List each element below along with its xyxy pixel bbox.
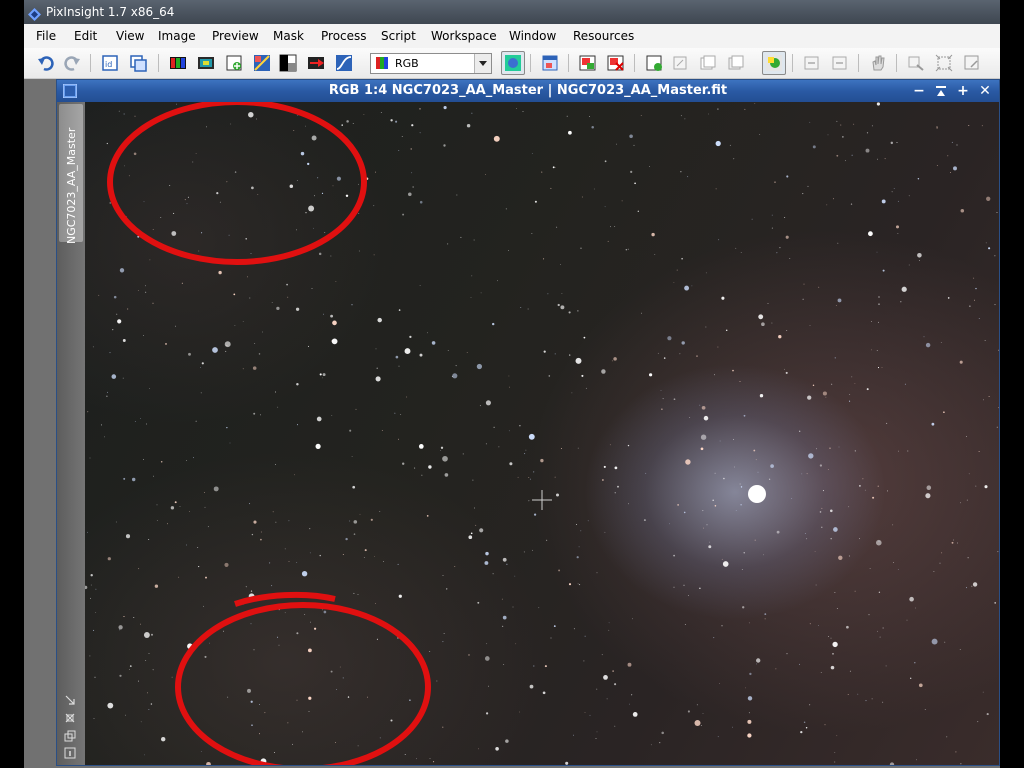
redo-icon[interactable] bbox=[62, 53, 82, 73]
menu-image[interactable]: Image bbox=[154, 24, 200, 48]
info-icon[interactable] bbox=[64, 747, 76, 759]
duplicate-image-icon[interactable] bbox=[128, 53, 148, 73]
minimize-button[interactable]: − bbox=[909, 80, 929, 102]
readout-icon[interactable] bbox=[906, 53, 926, 73]
toolbar-separator bbox=[792, 54, 793, 72]
mask-invert-icon[interactable] bbox=[278, 53, 298, 73]
undo-icon[interactable] bbox=[36, 53, 56, 73]
mask-show-icon[interactable] bbox=[698, 53, 718, 73]
view-id-label: NGC7023_AA_Master bbox=[65, 127, 78, 244]
app-titlebar: PixInsight 1.7 x86_64 bbox=[24, 0, 1000, 24]
preview-delete-icon[interactable] bbox=[606, 53, 626, 73]
histogram-icon[interactable] bbox=[252, 53, 272, 73]
menu-resources[interactable]: Resources bbox=[569, 24, 638, 48]
mask-new-icon[interactable] bbox=[644, 53, 664, 73]
menu-file[interactable]: File bbox=[32, 24, 60, 48]
zoom-in-icon[interactable] bbox=[802, 53, 822, 73]
menu-mask[interactable]: Mask bbox=[269, 24, 308, 48]
menu-process[interactable]: Process bbox=[317, 24, 371, 48]
mask-invert-toggle-icon[interactable] bbox=[726, 53, 746, 73]
mask-enable-toggle[interactable] bbox=[762, 51, 786, 75]
annotation-circle bbox=[107, 102, 367, 265]
view-id-tab[interactable]: NGC7023_AA_Master bbox=[57, 102, 85, 765]
close-button[interactable]: ✕ bbox=[975, 80, 995, 102]
rgb-channels-icon[interactable] bbox=[168, 53, 188, 73]
new-window-icon[interactable] bbox=[540, 53, 560, 73]
toolbar-separator bbox=[896, 54, 897, 72]
zoom-to-fit-icon[interactable] bbox=[64, 712, 76, 724]
workspace: RGB 1:4 NGC7023_AA_Master | NGC7023_AA_M… bbox=[24, 79, 1000, 768]
app-title: PixInsight 1.7 x86_64 bbox=[46, 5, 175, 19]
annotation-circle-tail bbox=[234, 591, 336, 607]
menu-edit[interactable]: Edit bbox=[70, 24, 101, 48]
image-identifier-icon[interactable]: id bbox=[100, 53, 120, 73]
color-mode-select[interactable]: RGB bbox=[370, 53, 492, 74]
copy-view-icon[interactable] bbox=[64, 730, 76, 742]
menu-window[interactable]: Window bbox=[505, 24, 560, 48]
image-window[interactable]: RGB 1:4 NGC7023_AA_Master | NGC7023_AA_M… bbox=[56, 79, 1000, 766]
left-letterbox bbox=[0, 0, 24, 768]
image-window-titlebar[interactable]: RGB 1:4 NGC7023_AA_Master | NGC7023_AA_M… bbox=[57, 80, 999, 102]
pixinsight-logo-icon bbox=[28, 5, 41, 21]
fit-view-icon[interactable] bbox=[934, 53, 954, 73]
annotation-layer bbox=[107, 102, 552, 765]
image-window-title: RGB 1:4 NGC7023_AA_Master | NGC7023_AA_M… bbox=[328, 83, 728, 98]
toolbar-separator bbox=[634, 54, 635, 72]
preview-mode-toggle[interactable] bbox=[501, 51, 525, 75]
crosshair-cursor bbox=[532, 490, 552, 510]
menu-workspace[interactable]: Workspace bbox=[427, 24, 501, 48]
toolbar-separator bbox=[90, 54, 91, 72]
menu-view[interactable]: View bbox=[112, 24, 148, 48]
preview-new-icon[interactable] bbox=[578, 53, 598, 73]
toolbar-separator bbox=[858, 54, 859, 72]
maximize-button[interactable]: + bbox=[953, 80, 973, 102]
color-mode-value: RGB bbox=[395, 57, 419, 70]
toolbar-separator bbox=[530, 54, 531, 72]
mask-remove-icon[interactable] bbox=[670, 53, 690, 73]
resize-arrow-icon[interactable] bbox=[64, 694, 76, 706]
application-window: PixInsight 1.7 x86_64 File Edit View Ima… bbox=[24, 0, 1000, 768]
pan-hand-icon[interactable] bbox=[868, 53, 888, 73]
image-canvas[interactable] bbox=[85, 102, 999, 765]
expand-window-icon[interactable] bbox=[962, 53, 982, 73]
rgb-swatch-icon bbox=[376, 57, 388, 69]
screen-transfer-icon[interactable] bbox=[306, 53, 326, 73]
auto-stretch-icon[interactable] bbox=[334, 53, 354, 73]
chevron-down-icon[interactable] bbox=[474, 54, 491, 73]
right-letterbox bbox=[1000, 0, 1024, 768]
svg-text:id: id bbox=[105, 60, 112, 69]
zoom-out-icon[interactable] bbox=[830, 53, 850, 73]
channel-extract-icon[interactable] bbox=[196, 53, 216, 73]
menu-script[interactable]: Script bbox=[377, 24, 420, 48]
main-toolbar: id RGB bbox=[24, 48, 1000, 79]
annotation-circle bbox=[175, 602, 431, 765]
shade-button[interactable] bbox=[931, 80, 951, 102]
menu-preview[interactable]: Preview bbox=[208, 24, 263, 48]
menubar: File Edit View Image Preview Mask Proces… bbox=[24, 24, 1000, 49]
new-image-icon[interactable] bbox=[224, 53, 244, 73]
view-id-tab-handle[interactable]: NGC7023_AA_Master bbox=[59, 104, 83, 244]
toolbar-separator bbox=[568, 54, 569, 72]
toolbar-separator bbox=[158, 54, 159, 72]
